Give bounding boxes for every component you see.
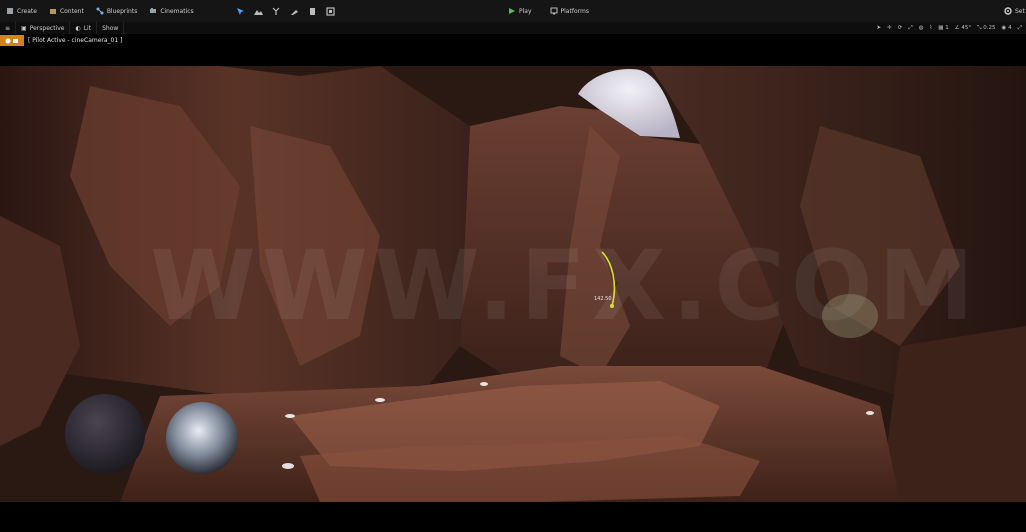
blueprints-button[interactable]: Blueprints xyxy=(90,0,144,22)
perspective-button[interactable]: ▣ Perspective xyxy=(16,22,71,34)
pilot-active-bar: [ Pilot Active - cineCamera_01 ] xyxy=(0,35,122,46)
chrome-reference-sphere xyxy=(166,402,238,474)
cinematics-icon xyxy=(149,7,157,15)
content-icon xyxy=(49,7,57,15)
play-group: Play Platforms xyxy=(502,0,595,22)
blueprints-icon xyxy=(96,7,104,15)
maximize-icon[interactable]: ⤢ xyxy=(1018,25,1022,32)
hamburger-icon: ≡ xyxy=(5,24,11,32)
viewport-header: ≡ ▣ Perspective ◐ Lit Show xyxy=(0,22,1026,34)
platforms-label: Platforms xyxy=(560,7,589,15)
scale-snap-icon[interactable]: ⤡ 0.25 xyxy=(977,25,995,32)
cursor-icon[interactable]: ➤ xyxy=(877,25,882,31)
translate-icon[interactable]: ✛ xyxy=(887,25,892,31)
gizmo-handle[interactable] xyxy=(610,304,614,308)
angle-snap-icon[interactable]: ∠ 45° xyxy=(955,25,971,31)
eject-pilot-button[interactable] xyxy=(0,35,24,46)
create-icon xyxy=(6,7,14,15)
light-marker xyxy=(282,463,294,469)
foliage-mode-icon[interactable] xyxy=(272,7,280,15)
platforms-icon xyxy=(550,7,558,15)
light-marker xyxy=(375,398,385,402)
create-button[interactable]: Create xyxy=(0,0,43,22)
play-label: Play xyxy=(519,7,532,15)
lit-icon: ◐ xyxy=(75,24,81,32)
light-marker xyxy=(480,382,488,386)
settings-button[interactable]: Set xyxy=(1004,0,1025,22)
right-foreground-rock xyxy=(880,326,1026,502)
cave-scene xyxy=(0,66,1026,502)
show-label: Show xyxy=(102,24,119,32)
diffuse-reference-sphere xyxy=(65,394,145,474)
light-marker xyxy=(866,411,874,415)
world-icon[interactable]: ◍ xyxy=(919,25,924,31)
paint-mode-icon[interactable] xyxy=(290,7,298,15)
cinematics-label: Cinematics xyxy=(160,7,194,15)
viewport-menu-button[interactable]: ≡ xyxy=(0,22,17,34)
pilot-active-label: [ Pilot Active - cineCamera_01 ] xyxy=(28,37,123,44)
platforms-button[interactable]: Platforms xyxy=(544,0,595,22)
perspective-icon: ▣ xyxy=(21,24,27,32)
fracture-mode-icon[interactable] xyxy=(326,7,335,16)
create-label: Create xyxy=(17,7,37,15)
light-marker xyxy=(285,414,295,418)
surface-snap-icon[interactable]: ⌇ xyxy=(930,25,933,31)
play-button[interactable]: Play xyxy=(502,0,538,22)
lit-label: Lit xyxy=(83,24,92,32)
blueprints-label: Blueprints xyxy=(106,7,138,15)
right-mossy-rock xyxy=(822,294,878,338)
camera-speed-icon[interactable]: ◉ 4 xyxy=(1002,25,1012,31)
modeling-mode-icon[interactable] xyxy=(308,7,316,15)
scale-snap-value: 0.25 xyxy=(983,24,996,31)
toolbar-left-group: Create Content Blueprints Cinematics xyxy=(0,0,200,22)
play-icon xyxy=(508,7,516,15)
gizmo-readout: 142.50 xyxy=(594,296,612,302)
perspective-label: Perspective xyxy=(29,24,65,32)
cinematics-button[interactable]: Cinematics xyxy=(143,0,199,22)
main-toolbar: Create Content Blueprints Cinematics Pla… xyxy=(0,0,1026,23)
settings-label: Set xyxy=(1015,7,1025,15)
content-label: Content xyxy=(59,7,84,15)
mode-tools xyxy=(236,0,335,22)
grid-snap-icon[interactable]: ▦ 1 xyxy=(938,25,948,31)
select-mode-icon[interactable] xyxy=(236,7,244,15)
show-button[interactable]: Show xyxy=(97,22,125,34)
level-viewport[interactable] xyxy=(0,66,1026,502)
lit-button[interactable]: ◐ Lit xyxy=(70,22,98,34)
gear-icon xyxy=(1004,7,1012,15)
rotate-icon[interactable]: ⟳ xyxy=(898,25,903,31)
angle-snap-value: 45° xyxy=(961,25,972,31)
grid-snap-value: 1 xyxy=(945,25,949,31)
scale-icon[interactable]: ⤢ xyxy=(908,25,912,32)
viewport-snap-tools: ➤ ✛ ⟳ ⤢ ◍ ⌇ ▦ 1 ∠ 45° ⤡ 0.25 ◉ 4 ⤢ xyxy=(877,22,1023,34)
camera-speed-value: 4 xyxy=(1008,25,1012,31)
landscape-mode-icon[interactable] xyxy=(254,7,263,15)
content-button[interactable]: Content xyxy=(43,0,90,22)
eject-icon xyxy=(5,38,18,43)
